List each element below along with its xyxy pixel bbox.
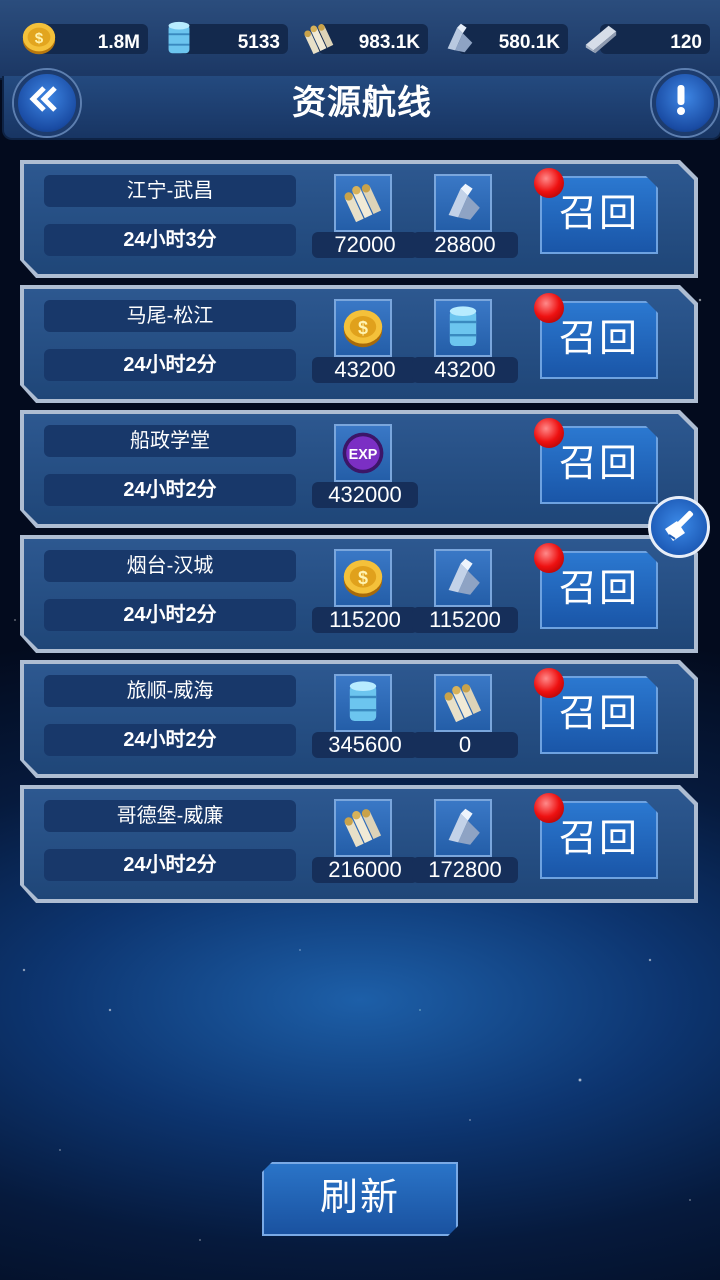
- resource-silver: 120: [582, 20, 710, 58]
- resource-oil: 5133: [160, 20, 288, 58]
- route-time: 24小时2分: [44, 349, 296, 381]
- route-name: 马尾-松江: [44, 300, 296, 332]
- reward-icon-box: [334, 674, 392, 732]
- route-card: 江宁-武昌 24小时3分 72000 28800 召回: [20, 160, 698, 278]
- svg-text:$: $: [358, 318, 368, 338]
- oil-barrel-icon: [168, 21, 190, 54]
- reward-slot: 345600: [312, 674, 418, 764]
- broom-float-button[interactable]: [648, 496, 710, 558]
- route-name: 江宁-武昌: [44, 175, 296, 207]
- reward-slot: EXP 432000: [312, 424, 418, 514]
- reward-amount: 115200: [312, 607, 418, 633]
- route-name: 烟台-汉城: [44, 550, 296, 582]
- info-button[interactable]: [652, 70, 718, 136]
- steel-icon: [447, 23, 473, 53]
- resource-gold-value: 1.8M: [97, 32, 140, 53]
- resource-steel-value: 580.1K: [498, 32, 560, 53]
- reward-amount: 0: [412, 732, 518, 758]
- page-title: 资源航线: [292, 84, 432, 122]
- resource-ammo-value: 983.1K: [358, 32, 420, 53]
- reward-slot: 216000: [312, 799, 418, 889]
- route-name: 船政学堂: [44, 425, 296, 457]
- route-card: 旅顺-威海 24小时2分 345600 0 召回: [20, 660, 698, 778]
- reward-icon-box: [434, 174, 492, 232]
- svg-text:$: $: [35, 30, 44, 47]
- svg-text:EXP: EXP: [349, 447, 378, 463]
- exclamation-icon: [677, 85, 685, 115]
- reward-amount: 432000: [312, 482, 418, 508]
- reward-icon-box: EXP: [334, 424, 392, 482]
- route-time: 24小时2分: [44, 599, 296, 631]
- red-notification-dot: [534, 418, 564, 448]
- reward-slot: $115200: [312, 549, 418, 639]
- reward-amount: 172800: [412, 857, 518, 883]
- svg-text:$: $: [358, 568, 368, 588]
- route-card: 哥德堡-威廉 24小时2分 216000 172800 召回: [20, 785, 698, 903]
- route-time: 24小时3分: [44, 224, 296, 256]
- reward-amount: 43200: [312, 357, 418, 383]
- resource-steel: 580.1K: [440, 20, 568, 58]
- reward-icon-box: [334, 174, 392, 232]
- reward-amount: 216000: [312, 857, 418, 883]
- broom-icon: [665, 510, 694, 541]
- route-name: 旅顺-威海: [44, 675, 296, 707]
- route-card: 烟台-汉城 24小时2分 $115200 115200 召回: [20, 535, 698, 653]
- ammo-shells-icon: [304, 24, 334, 55]
- reward-amount: 345600: [312, 732, 418, 758]
- reward-amount: 43200: [412, 357, 518, 383]
- reward-icon-box: [334, 799, 392, 857]
- reward-slot: $43200: [312, 299, 418, 389]
- route-name: 哥德堡-威廉: [44, 800, 296, 832]
- red-notification-dot: [534, 293, 564, 323]
- route-card: 船政学堂 24小时2分 EXP 432000 召回: [20, 410, 698, 528]
- title-bar: 资源航线: [2, 70, 720, 140]
- reward-amount: 28800: [412, 232, 518, 258]
- reward-slot: 43200: [412, 299, 518, 389]
- reward-icon-box: [434, 674, 492, 732]
- route-card: 马尾-松江 24小时2分 $43200 43200 召回: [20, 285, 698, 403]
- red-notification-dot: [534, 793, 564, 823]
- reward-slot: 115200: [412, 549, 518, 639]
- reward-icon-box: $: [334, 549, 392, 607]
- silver-ingot-icon: [585, 25, 617, 54]
- red-notification-dot: [534, 168, 564, 198]
- red-notification-dot: [534, 668, 564, 698]
- resource-gold: 1.8M $: [20, 20, 148, 58]
- reward-icon-box: [434, 549, 492, 607]
- reward-slot: 72000: [312, 174, 418, 264]
- reward-slot: 172800: [412, 799, 518, 889]
- reward-icon-box: [434, 299, 492, 357]
- route-time: 24小时2分: [44, 724, 296, 756]
- refresh-button[interactable]: 刷新: [262, 1162, 458, 1236]
- reward-icon-box: [434, 799, 492, 857]
- resource-oil-value: 5133: [237, 32, 280, 53]
- reward-slot: 28800: [412, 174, 518, 264]
- reward-amount: 115200: [412, 607, 518, 633]
- gold-coin-icon: $: [22, 22, 56, 55]
- resource-ammo: 983.1K: [300, 20, 428, 58]
- resource-silver-value: 120: [670, 32, 702, 53]
- route-time: 24小时2分: [44, 849, 296, 881]
- red-notification-dot: [534, 543, 564, 573]
- resource-bar: 1.8M $ 5133 983.1K 580.1K 120: [0, 0, 720, 80]
- reward-icon-box: $: [334, 299, 392, 357]
- reward-amount: 72000: [312, 232, 418, 258]
- reward-slot: 0: [412, 674, 518, 764]
- route-time: 24小时2分: [44, 474, 296, 506]
